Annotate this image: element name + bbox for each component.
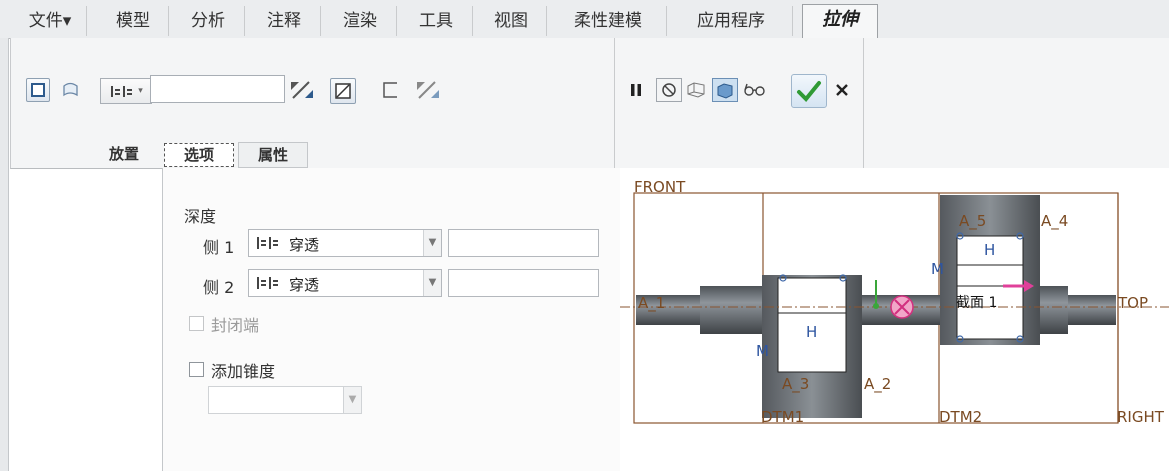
side2-depth-select[interactable]: 穿透 ▼ <box>248 269 442 297</box>
side1-depth-value: 穿透 <box>289 236 320 254</box>
chevron-down-icon: ▾ <box>138 86 143 96</box>
tab-options[interactable]: 选项 <box>164 143 234 167</box>
tab-file[interactable]: 文件▾ <box>14 6 87 36</box>
add-taper-label: 添加锥度 <box>211 362 276 381</box>
dtm2-plane-label: DTM2 <box>939 408 983 426</box>
solid-icon <box>31 83 45 97</box>
tab-placement[interactable]: 放置 <box>90 142 158 167</box>
tab-properties[interactable]: 属性 <box>238 142 308 168</box>
capped-ends-checkbox[interactable] <box>189 316 204 331</box>
side2-depth-value: 穿透 <box>289 276 320 294</box>
taper-angle-select[interactable]: ▼ <box>208 386 362 414</box>
ribbon-divider <box>863 38 864 168</box>
close-icon <box>836 84 848 96</box>
tab-applications[interactable]: 应用程序 <box>670 6 793 36</box>
side1-label: 侧 1 <box>203 238 235 257</box>
tab-view[interactable]: 视图 <box>476 6 547 36</box>
graphics-viewport[interactable]: FRONT TOP RIGHT DTM1 DTM2 A_1 A_2 A_3 A_… <box>620 168 1169 471</box>
pause-icon <box>631 84 641 96</box>
wireframe-preview-icon <box>687 82 705 98</box>
midpoint-constraint-label: M <box>931 260 944 278</box>
axis-a4-label: A_4 <box>1041 212 1069 230</box>
surface-icon <box>63 82 78 97</box>
flip-thicken-button[interactable] <box>414 77 442 103</box>
depth-option-dropdown[interactable]: ▾ <box>100 78 152 104</box>
extrude-solid-button[interactable] <box>26 78 50 102</box>
chevron-down-icon: ▼ <box>343 387 361 413</box>
axis-a3-label: A_3 <box>782 375 810 393</box>
tab-analysis[interactable]: 分析 <box>172 6 245 36</box>
section-label: 截面 1 <box>956 295 998 311</box>
menu-bar: 文件▾ 模型 分析 注释 渲染 工具 视图 柔性建模 应用程序 拉伸 <box>0 0 1169 40</box>
tab-tools[interactable]: 工具 <box>400 6 473 36</box>
axis-a5-label: A_5 <box>959 212 987 230</box>
through-all-icon <box>257 237 278 249</box>
tab-flexible-modeling[interactable]: 柔性建模 <box>550 6 667 36</box>
options-panel: 深度 侧 1 穿透 ▼ 侧 2 穿透 ▼ 封闭端 添加锥度 ▼ <box>162 168 621 471</box>
chevron-down-icon: ▼ <box>423 270 441 296</box>
add-taper-checkbox[interactable] <box>189 362 204 377</box>
depth-value-input[interactable] <box>150 75 285 103</box>
flip-depth-direction-button[interactable] <box>288 77 316 103</box>
horizontal-constraint-label: H <box>806 323 818 341</box>
axis-a1-label: A_1 <box>638 294 666 312</box>
drag-handle-point[interactable] <box>873 303 879 309</box>
thicken-sketch-button[interactable] <box>380 79 402 101</box>
tab-annotate[interactable]: 注释 <box>248 6 321 36</box>
front-plane-label: FRONT <box>634 178 686 196</box>
flip-arrow-icon <box>417 81 439 99</box>
capped-ends-label: 封闭端 <box>211 316 260 335</box>
shaft-step[interactable] <box>700 286 770 334</box>
tab-model[interactable]: 模型 <box>98 6 169 36</box>
side1-depth-select[interactable]: 穿透 ▼ <box>248 229 442 257</box>
chevron-down-icon: ▼ <box>423 230 441 256</box>
through-all-icon <box>257 277 278 289</box>
dtm1-plane-label: DTM1 <box>761 408 805 426</box>
no-preview-icon <box>662 83 676 97</box>
tab-render[interactable]: 渲染 <box>324 6 397 36</box>
remove-material-icon <box>335 83 351 99</box>
glasses-icon <box>744 83 765 96</box>
tab-extrude[interactable]: 拉伸 <box>802 4 878 40</box>
no-preview-button[interactable] <box>656 78 682 102</box>
ok-button[interactable] <box>791 74 827 108</box>
top-plane-label: TOP <box>1118 294 1149 312</box>
side2-depth-input[interactable] <box>448 269 599 297</box>
ribbon-divider <box>614 38 615 168</box>
model-graphics[interactable] <box>620 168 1169 471</box>
remove-material-button[interactable] <box>330 78 356 104</box>
checkmark-icon <box>797 81 821 102</box>
attached-preview-button[interactable] <box>712 78 738 102</box>
through-all-icon <box>111 86 133 97</box>
axis-a2-label: A_2 <box>864 375 892 393</box>
shaded-preview-icon <box>717 83 733 99</box>
cancel-button[interactable] <box>832 79 852 101</box>
right-plane-label: RIGHT <box>1117 408 1164 426</box>
depth-heading: 深度 <box>184 207 217 226</box>
extrude-surface-button[interactable] <box>60 79 82 101</box>
thicken-icon <box>383 82 397 98</box>
verify-mode-button[interactable] <box>742 78 768 100</box>
pause-button[interactable] <box>626 80 646 100</box>
side2-label: 侧 2 <box>203 278 235 297</box>
separate-preview-button[interactable] <box>684 78 708 100</box>
midpoint-constraint-label: M <box>756 342 769 360</box>
flip-arrow-icon <box>291 81 313 99</box>
left-window-edge <box>0 38 9 471</box>
horizontal-constraint-label: H <box>984 241 996 259</box>
side1-depth-input[interactable] <box>448 229 599 257</box>
